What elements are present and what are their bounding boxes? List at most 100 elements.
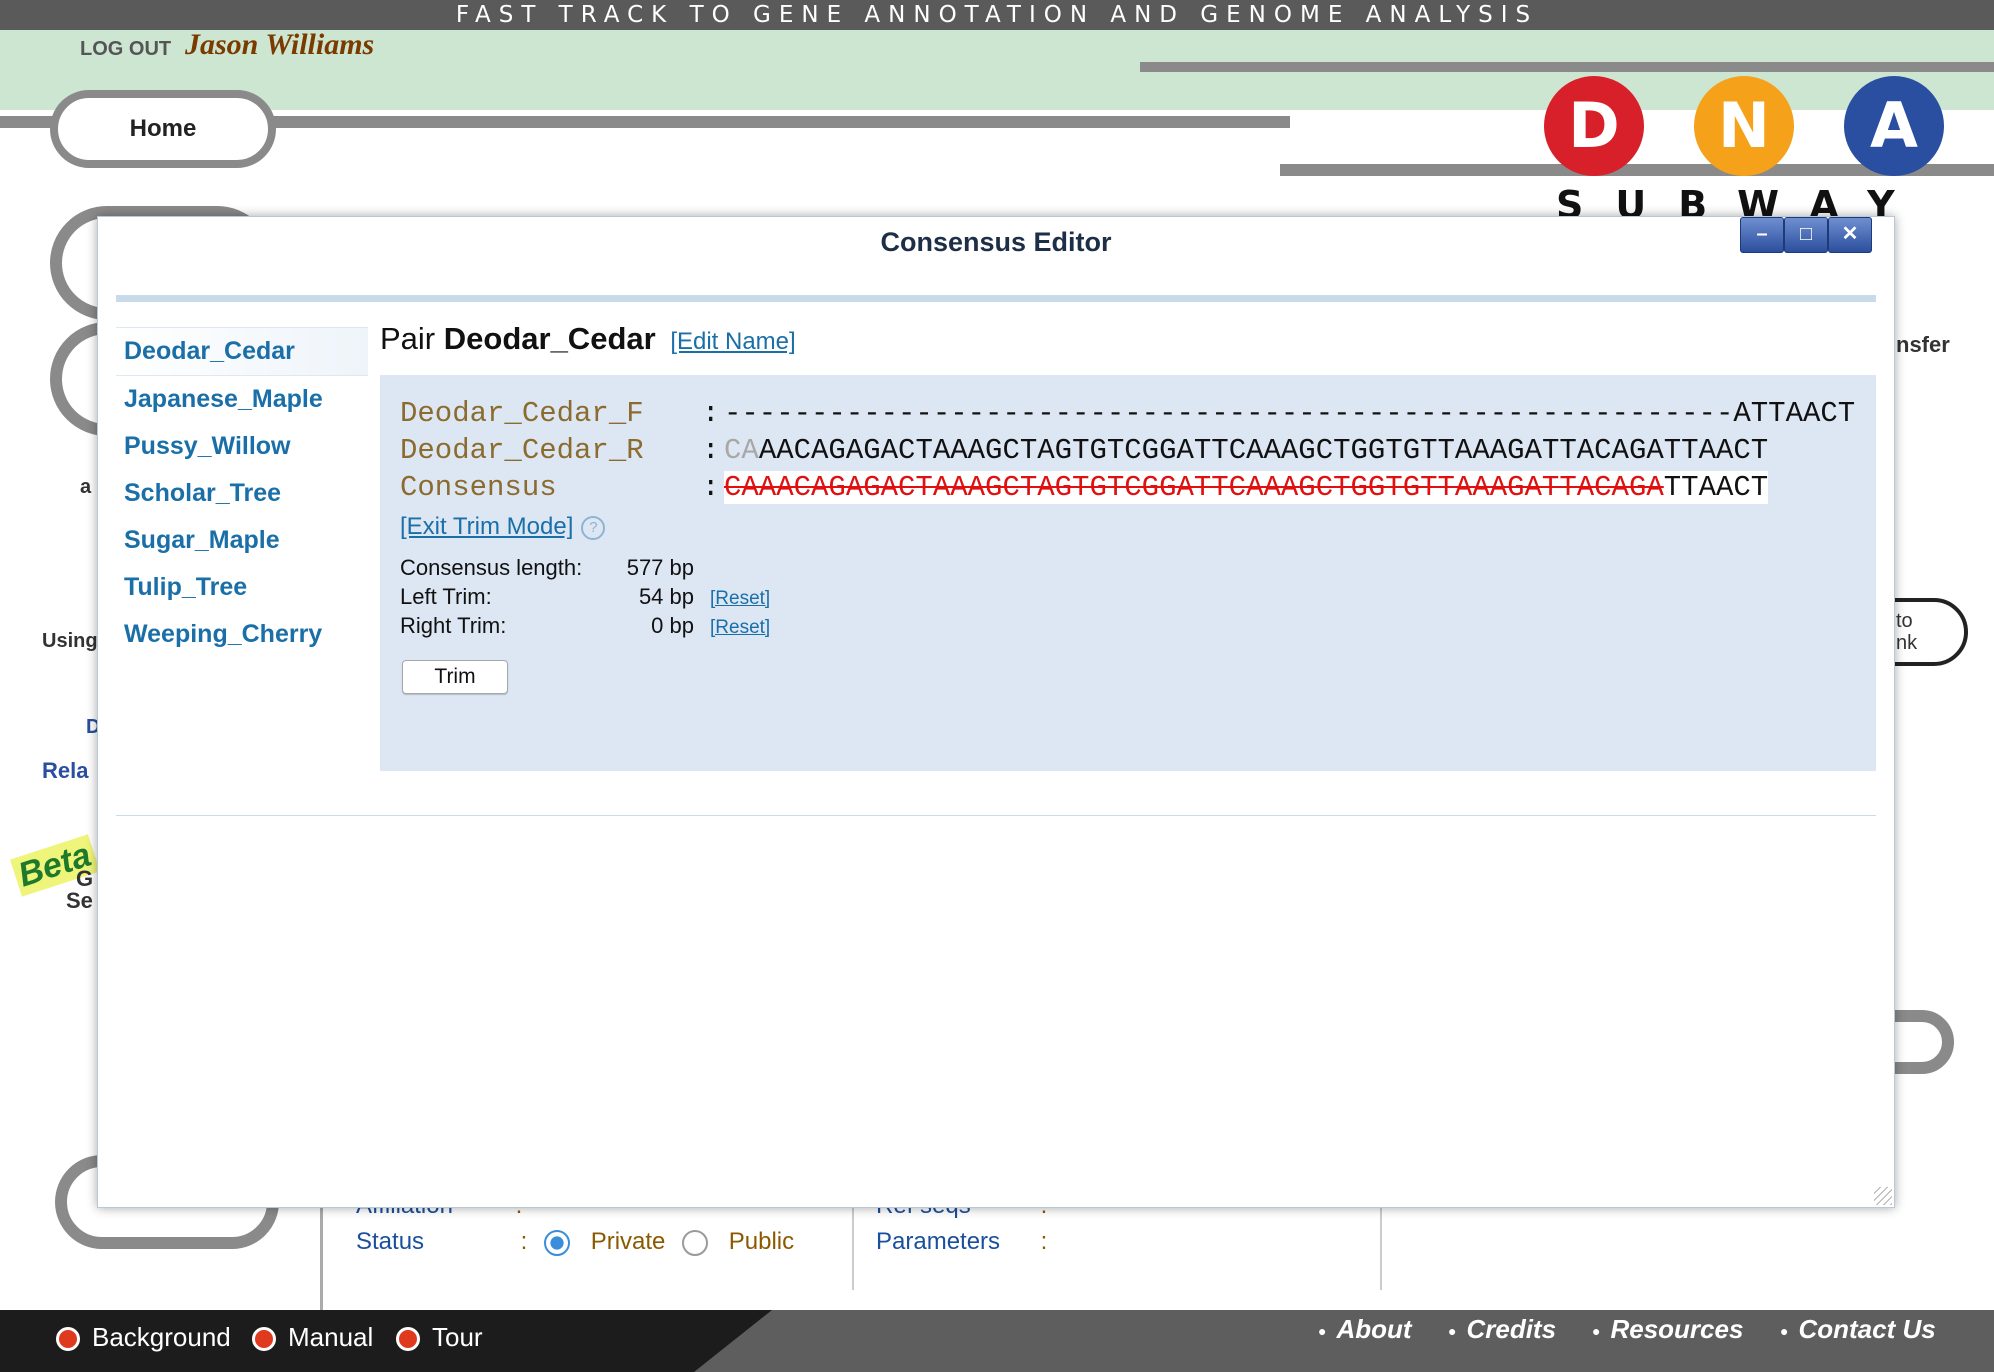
bg-fragment-transfer: nsfer [1896,332,1950,357]
question-circle-icon[interactable]: ? [581,515,606,540]
alignment-panel: Deodar_Cedar_F: -------------------------… [380,375,1876,771]
exit-trim-mode-link[interactable]: [Exit Trim Mode] [400,513,573,540]
right-trim-label: Right Trim: [400,613,507,638]
sequence-bases: AACAGAGACTAAAGCTAGTGTCGGATTCAAAGCTGGTGTT… [758,434,1769,467]
pair-prefix: Pair [380,321,436,356]
consensus-length-value: 577 bp [626,555,694,580]
pair-sidebar: Deodar_Cedar Japanese_Maple Pussy_Willow… [116,327,368,658]
consensus-kept-bases: TTAACT [1663,471,1769,504]
private-label: Private [590,1228,666,1255]
public-label: Public [728,1228,795,1255]
left-trim-value: 54 bp [638,584,694,609]
consensus-editor-dialog: Consensus Editor – □ ✕ Deodar_Cedar Japa… [97,216,1895,1208]
sequence-name: Deodar_Cedar_F [400,397,644,430]
resize-grip-icon[interactable] [1874,1187,1892,1205]
private-radio[interactable] [544,1229,571,1256]
logo-a: A [1844,76,1944,176]
right-trim-row: Right Trim: 0 bp [Reset] [400,611,770,640]
home-button[interactable]: Home [50,90,276,168]
sequence-name: Deodar_Cedar_R [400,434,644,467]
consensus-bases: CAAACAGAGACTAAAGCTAGTGTCGGATTCAAAGCTGGTG… [724,471,1769,504]
trim-stats: Consensus length: 577 bp Left Trim: 54 bp [… [400,553,770,640]
bg-fragment-se: Se [66,888,93,913]
status-sep: : [520,1228,528,1255]
footer-link-label: Manual [288,1322,374,1352]
maximize-icon[interactable]: □ [1784,217,1828,253]
bullet-icon [252,1327,276,1352]
footer-link-manual[interactable]: Manual [252,1322,373,1353]
sidebar-item-pussy-willow[interactable]: Pussy_Willow [116,423,368,470]
footer-link-label: About [1336,1314,1412,1344]
logout-link[interactable]: LOG OUT [80,38,171,61]
logo-d: D [1544,76,1644,176]
footer-link-tour[interactable]: Tour [396,1322,483,1353]
bullet-icon [56,1327,80,1352]
top-banner: FAST TRACK TO GENE ANNOTATION AND GENOME… [0,0,1994,30]
status-label: Status [356,1228,425,1255]
right-trim-value: 0 bp [651,613,694,638]
bullet-icon: ● [1448,1323,1457,1340]
sidebar-item-weeping-cherry[interactable]: Weeping_Cherry [116,611,368,658]
edit-name-link[interactable]: [Edit Name] [670,328,795,355]
bg-fragment-using: Using [42,630,98,652]
sequence-bases: ----------------------------------------… [724,397,1856,430]
bg-fragment-rela[interactable]: Rela [42,758,88,784]
pair-heading: Pair Deodar_Cedar [Edit Name] [380,321,796,357]
status-row: Status : Private Public [356,1228,794,1256]
bg-fragment-nk: nk [1896,632,1918,654]
parameters-row: Parameters : [876,1228,1047,1256]
bullet-icon: ● [1592,1323,1601,1340]
consensus-length-row: Consensus length: 577 bp [400,553,770,582]
dialog-bottom-divider [116,815,1876,816]
footer-link-label: Contact Us [1798,1314,1936,1344]
footer-link-resources[interactable]: ● Resources [1592,1314,1743,1345]
track-line [260,116,1290,128]
track-line [1140,62,1994,72]
right-trim-reset-link[interactable]: [Reset] [710,617,770,638]
footer-link-label: Tour [432,1322,483,1352]
bullet-icon [396,1327,420,1352]
banner-text: FAST TRACK TO GENE ANNOTATION AND GENOME… [455,2,1539,28]
sequence-colon: : [702,434,720,467]
footer-link-credits[interactable]: ● Credits [1448,1314,1556,1345]
window-controls: – □ ✕ [1740,217,1872,253]
footer-link-about[interactable]: ● About [1318,1314,1412,1345]
public-radio[interactable] [682,1229,709,1256]
bullet-icon: ● [1780,1323,1789,1340]
left-trim-label: Left Trim: [400,584,492,609]
sidebar-item-scholar-tree[interactable]: Scholar_Tree [116,470,368,517]
sequence-colon: : [702,397,720,430]
trim-button[interactable]: Trim [402,660,508,694]
bg-fragment-to: to [1896,610,1913,632]
footer-link-contact-us[interactable]: ● Contact Us [1780,1314,1936,1345]
parameters-label: Parameters [876,1228,1001,1255]
minimize-icon[interactable]: – [1740,217,1784,253]
sidebar-item-deodar-cedar[interactable]: Deodar_Cedar [116,327,368,376]
sequence-name: Consensus [400,471,557,504]
left-trim-row: Left Trim: 54 bp [Reset] [400,582,770,611]
sidebar-item-sugar-maple[interactable]: Sugar_Maple [116,517,368,564]
bg-fragment-a: a [80,476,92,498]
sidebar-item-tulip-tree[interactable]: Tulip_Tree [116,564,368,611]
footer-link-background[interactable]: Background [56,1322,231,1353]
sidebar-item-japanese-maple[interactable]: Japanese_Maple [116,376,368,423]
sequence-trimmed-bases: CA [724,434,759,467]
sequence-row-consensus: Consensus: CAAACAGAGACTAAAGCTAGTGTCGGATTC… [400,469,1876,506]
trim-mode-row: [Exit Trim Mode]? [400,513,606,541]
sequence-row-forward: Deodar_Cedar_F: -------------------------… [400,395,1876,432]
bullet-icon: ● [1318,1323,1327,1340]
consensus-trimmed-bases: CAAACAGAGACTAAAGCTAGTGTCGGATTCAAAGCTGGTG… [724,471,1664,504]
pair-name: Deodar_Cedar [443,321,656,356]
consensus-length-label: Consensus length: [400,555,583,580]
left-trim-reset-link[interactable]: [Reset] [710,588,770,609]
alignment-view[interactable]: Deodar_Cedar_F: -------------------------… [400,395,1876,506]
logo-n: N [1694,76,1794,176]
footer-link-label: Background [92,1322,231,1352]
footer-link-label: Resources [1610,1314,1744,1344]
close-icon[interactable]: ✕ [1828,217,1872,253]
dialog-title[interactable]: Consensus Editor [98,217,1894,267]
footer-link-label: Credits [1466,1314,1557,1344]
sequence-row-reverse: Deodar_Cedar_R: CAAACAGAGACTAAAGCTAGTGTCG… [400,432,1876,469]
username: Jason Williams [185,28,375,61]
dialog-divider [116,295,1876,302]
